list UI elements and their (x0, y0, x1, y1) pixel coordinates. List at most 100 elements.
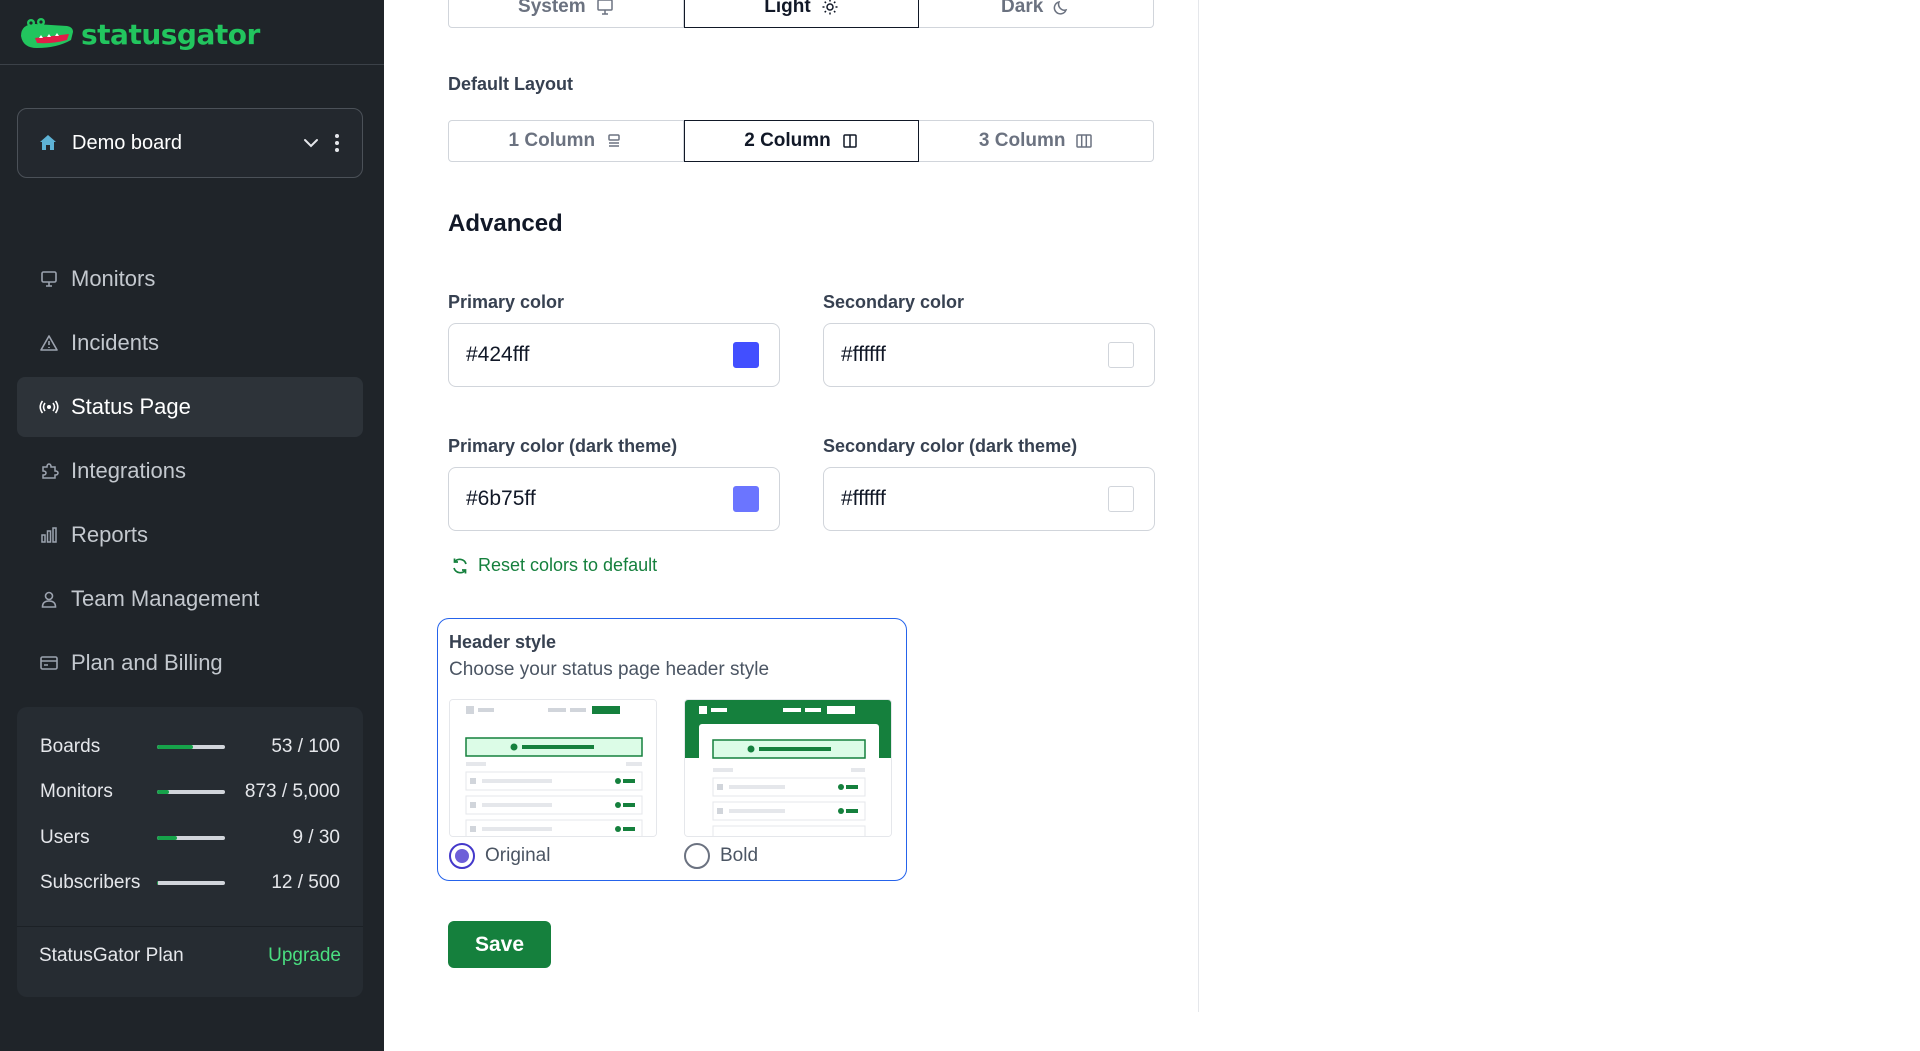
secondary-color-dark-input[interactable]: #ffffff (823, 467, 1155, 531)
theme-option-system[interactable]: System (448, 0, 684, 28)
board-name: Demo board (72, 131, 183, 154)
theme-selector: System Light Dark (448, 0, 1155, 28)
primary-color-dark-swatch[interactable] (733, 486, 759, 512)
usage-row-boards: Boards 53 / 100 (40, 733, 340, 761)
bar-chart-icon (41, 527, 57, 543)
sidebar-item-incidents[interactable]: Incidents (17, 313, 363, 373)
primary-color-dark-input[interactable]: #6b75ff (448, 467, 780, 531)
sidebar-item-monitors[interactable]: Monitors (17, 249, 363, 309)
sidebar-item-reports[interactable]: Reports (17, 505, 363, 565)
usage-bar-fill (157, 790, 169, 794)
usage-value: 12 / 500 (271, 872, 340, 893)
reset-colors-label: Reset colors to default (478, 555, 658, 575)
user-icon (41, 591, 57, 608)
sidebar-item-label: Reports (71, 522, 149, 547)
sun-icon (822, 0, 838, 15)
radio-original[interactable] (449, 843, 475, 869)
header-style-original-option[interactable]: Original (449, 843, 550, 869)
three-column-icon (1076, 134, 1093, 148)
chevron-down-icon[interactable] (300, 132, 322, 154)
sidebar-item-label: Plan and Billing (71, 650, 223, 675)
primary-color-swatch[interactable] (733, 342, 759, 368)
usage-bar (157, 790, 225, 794)
usage-row-monitors: Monitors 873 / 5,000 (40, 778, 340, 806)
upgrade-link[interactable]: Upgrade (268, 945, 341, 967)
monitor-icon (41, 271, 57, 287)
usage-row-users: Users 9 / 30 (40, 824, 340, 852)
sidebar-item-label: Status Page (71, 394, 191, 419)
secondary-color-dark-label: Secondary color (dark theme) (823, 436, 1078, 456)
home-icon (40, 135, 56, 150)
advanced-heading: Advanced (448, 210, 563, 237)
usage-value: 873 / 5,000 (244, 781, 340, 802)
header-style-subtitle: Choose your status page header style (449, 659, 770, 680)
usage-value: 9 / 30 (292, 827, 340, 848)
sidebar-item-plan-and-billing[interactable]: Plan and Billing (17, 633, 363, 693)
sidebar-item-label: Integrations (71, 458, 186, 483)
sidebar: statusgator Demo board Monitors Incident… (0, 0, 384, 1051)
sidebar-item-label: Incidents (71, 330, 160, 355)
theme-option-dark[interactable]: Dark (919, 0, 1155, 28)
color-value: #424fff (466, 343, 530, 366)
secondary-color-dark-swatch[interactable] (1108, 486, 1134, 512)
usage-label: Users (40, 827, 90, 848)
usage-panel: Boards 53 / 100 Monitors 873 / 5,000 Use… (17, 707, 363, 997)
content-divider (1198, 0, 1199, 1012)
usage-row-subscribers: Subscribers 12 / 500 (40, 869, 340, 897)
layout-option-label: 1 Column (508, 130, 596, 151)
secondary-color-input[interactable]: #ffffff (823, 323, 1155, 387)
layout-option-1-column[interactable]: 1 Column (448, 120, 684, 162)
statusgator-logo[interactable]: statusgator (17, 14, 260, 54)
primary-color-input[interactable]: #424fff (448, 323, 780, 387)
broadcast-icon (39, 400, 59, 414)
layout-option-3-column[interactable]: 3 Column (919, 120, 1155, 162)
header-style-option-label: Original (485, 845, 551, 866)
sidebar-item-label: Monitors (71, 266, 156, 291)
kebab-menu-icon[interactable] (332, 132, 342, 154)
warning-icon (40, 335, 58, 351)
usage-bar (157, 881, 225, 885)
usage-label: Monitors (40, 781, 113, 802)
save-button[interactable]: Save (448, 921, 551, 968)
theme-option-light[interactable]: Light (683, 0, 920, 28)
plan-name: StatusGator Plan (39, 945, 184, 966)
sidebar-item-team-management[interactable]: Team Management (17, 569, 363, 629)
secondary-color-swatch[interactable] (1108, 342, 1134, 368)
board-selector[interactable]: Demo board (17, 108, 363, 178)
app-name: statusgator (81, 17, 260, 51)
header-style-bold-option[interactable]: Bold (684, 843, 758, 869)
color-value: #6b75ff (466, 487, 536, 510)
theme-option-label: System (518, 0, 586, 17)
default-layout-label: Default Layout (448, 74, 574, 94)
usage-divider (17, 926, 363, 927)
theme-option-label: Light (764, 0, 811, 17)
layout-selector: 1 Column 2 Column 3 Column (448, 120, 1155, 162)
radio-bold[interactable] (684, 843, 710, 869)
usage-bar-fill (157, 881, 159, 885)
color-value: #ffffff (841, 487, 886, 510)
gator-logo-icon (21, 18, 73, 48)
reset-colors-link[interactable]: Reset colors to default (450, 555, 657, 576)
layout-option-2-column[interactable]: 2 Column (683, 120, 920, 162)
header-style-option-label: Bold (720, 845, 759, 866)
usage-label: Boards (40, 736, 101, 757)
sidebar-item-label: Team Management (71, 586, 260, 611)
secondary-color-label: Secondary color (823, 292, 965, 312)
moon-icon (1053, 0, 1068, 15)
color-value: #ffffff (841, 343, 886, 366)
usage-value: 53 / 100 (271, 736, 340, 757)
sidebar-item-status-page[interactable]: Status Page (17, 377, 363, 437)
sidebar-item-integrations[interactable]: Integrations (17, 441, 363, 501)
header-style-original-preview[interactable] (449, 699, 657, 837)
header-style-card: Header style Choose your status page hea… (437, 618, 907, 881)
layout-option-label: 2 Column (744, 130, 831, 151)
sidebar-divider (0, 64, 384, 65)
puzzle-icon (42, 463, 59, 479)
two-column-icon (843, 134, 857, 148)
one-column-icon (608, 134, 620, 147)
theme-option-label: Dark (1001, 0, 1044, 17)
monitor-icon (596, 0, 613, 15)
header-style-bold-preview[interactable] (684, 699, 892, 837)
usage-bar (157, 836, 225, 840)
usage-bar-fill (157, 836, 178, 840)
